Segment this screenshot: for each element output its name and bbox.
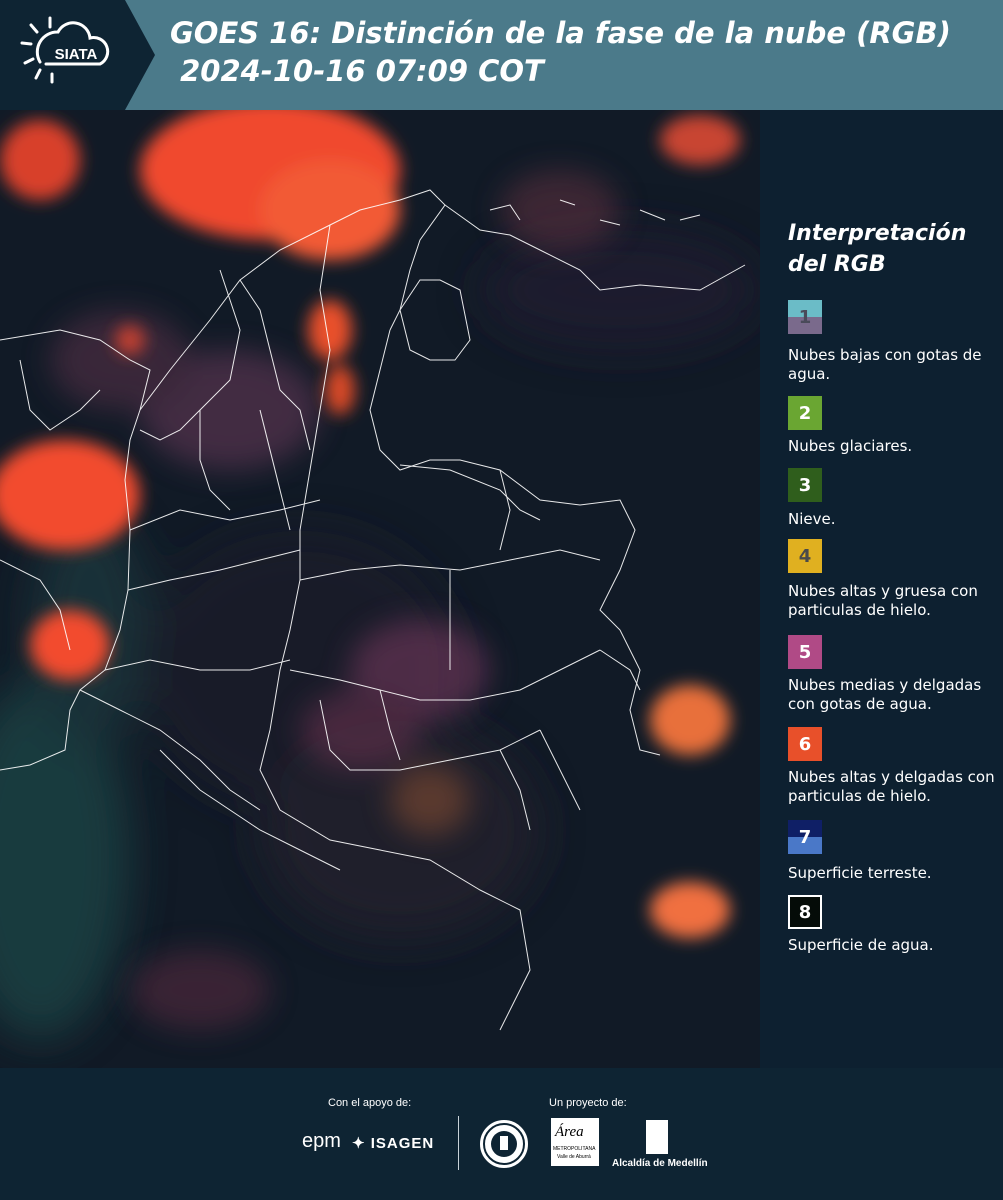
legend-label-6: Nubes altas y delgadas con particulas de… <box>788 768 995 805</box>
satellite-map[interactable] <box>0 110 760 1068</box>
epm-logo: epm <box>302 1130 341 1152</box>
siata-logo: SIATA <box>0 0 155 110</box>
legend-num-4: 4 <box>798 545 812 567</box>
area-logo-sub1: METROPOLITANA <box>553 1146 596 1152</box>
alcaldia-label: Alcaldía de Medellín <box>612 1158 708 1169</box>
legend-swatch-4: 4 <box>788 539 822 573</box>
legend-label-4: Nubes altas y gruesa con particulas de h… <box>788 582 978 619</box>
legend-num-8: 8 <box>798 901 812 923</box>
title-line-1: GOES 16: Distinción de la fase de la nub… <box>170 16 951 50</box>
project-label: Un proyecto de: <box>549 1097 627 1109</box>
legend-num-7: 7 <box>798 826 812 848</box>
legend-swatch-3: 3 <box>788 468 822 502</box>
isagen-icon: ✦ <box>352 1135 366 1152</box>
support-label: Con el apoyo de: <box>328 1097 412 1109</box>
legend-num-3: 3 <box>798 474 812 496</box>
footer-divider <box>458 1116 459 1170</box>
rgb-satellite-image <box>0 110 760 1068</box>
sun-cloud-icon: SIATA <box>20 16 110 84</box>
page-title: GOES 16: Distinción de la fase de la nub… <box>170 14 951 90</box>
legend-label-2: Nubes glaciares. <box>788 437 913 455</box>
legend-swatch-5: 5 <box>788 635 822 669</box>
legend-swatch-1: 1 <box>788 300 822 334</box>
seal-logo <box>478 1118 530 1170</box>
legend-label-5: Nubes medias y delgadas con gotas de agu… <box>788 676 982 713</box>
title-line-2: 2024-10-16 07:09 COT <box>170 54 544 88</box>
area-logo-sub2: Valle de Aburrá <box>557 1154 591 1160</box>
legend-swatch-7: 7 <box>788 820 822 854</box>
header-bar: SIATA GOES 16: Distinción de la fase de … <box>0 0 1003 110</box>
legend-title: Interpretación del RGB <box>788 221 967 277</box>
legend-label-7: Superficie terreste. <box>788 864 932 882</box>
alcaldia-crest-icon <box>646 1120 668 1154</box>
legend-swatch-2: 2 <box>788 396 822 430</box>
legend-swatch-8: 8 <box>788 895 822 929</box>
legend-panel: Interpretación del RGB 1 Nubes bajas con… <box>760 110 1003 1068</box>
legend-label-1: Nubes bajas con gotas de agua. <box>788 346 982 383</box>
logo-text: SIATA <box>55 46 98 63</box>
isagen-logo: ✦ ISAGEN <box>352 1134 434 1152</box>
seal-icon <box>483 1123 525 1165</box>
legend-num-2: 2 <box>798 402 812 424</box>
legend-label-3: Nieve. <box>788 510 836 528</box>
isagen-text: ISAGEN <box>370 1135 435 1152</box>
area-metropolitana-logo: Área METROPOLITANA Valle de Aburrá <box>551 1118 599 1166</box>
legend-swatch-6: 6 <box>788 727 822 761</box>
footer: Con el apoyo de: Un proyecto de: epm ✦ I… <box>0 1068 1003 1200</box>
area-logo-text: Área <box>555 1124 584 1140</box>
legend-num-6: 6 <box>798 733 812 755</box>
legend-num-1: 1 <box>798 306 812 328</box>
legend-label-8: Superficie de agua. <box>788 936 934 954</box>
legend-num-5: 5 <box>798 641 812 663</box>
